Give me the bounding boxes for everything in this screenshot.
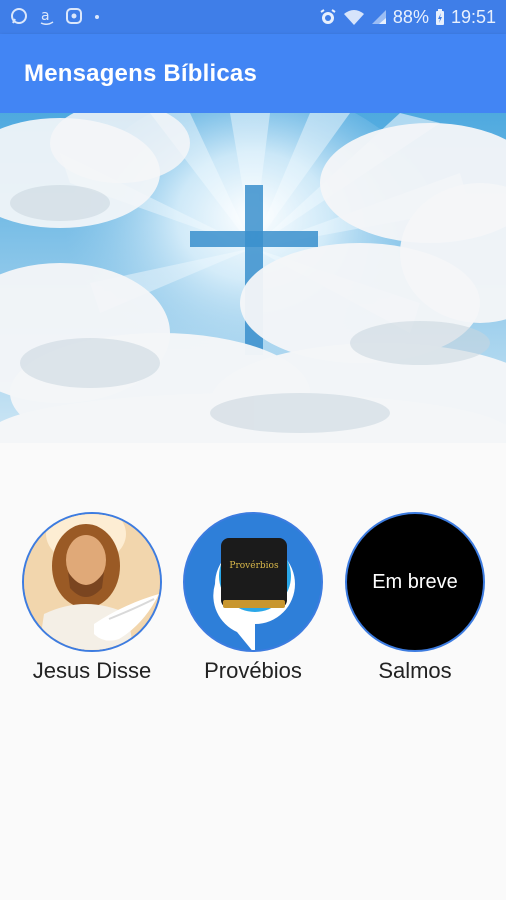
- wifi-icon: [343, 8, 365, 26]
- menu-item-salmos[interactable]: Em breve Salmos: [335, 512, 495, 684]
- amazon-icon: a: [40, 7, 54, 28]
- coming-soon-text: Em breve: [372, 570, 458, 593]
- app-bar: Mensagens Bíblicas: [0, 34, 506, 113]
- alarm-icon: [319, 8, 337, 26]
- category-menu: Jesus Disse Provérbios Provébios Em brev…: [0, 512, 506, 692]
- page-title: Mensagens Bíblicas: [24, 59, 258, 87]
- cross-in-clouds-illustration: [0, 113, 506, 443]
- menu-item-label: Salmos: [378, 658, 452, 683]
- status-bar: a 88% 19:51: [0, 0, 506, 34]
- menu-item-jesus-disse[interactable]: Jesus Disse: [12, 512, 172, 684]
- book-title-text: Provérbios: [229, 560, 279, 571]
- coming-soon-image[interactable]: Em breve: [345, 512, 485, 652]
- clock: 19:51: [450, 6, 496, 27]
- shield-icon: [66, 7, 82, 28]
- jesus-portrait-icon: [24, 514, 160, 650]
- battery-percent: 88%: [392, 6, 429, 27]
- svg-text:a: a: [41, 8, 50, 24]
- menu-item-label: Jesus Disse: [32, 658, 152, 683]
- bible-book-icon: Provérbios: [185, 514, 321, 650]
- bible-book-image[interactable]: Provérbios: [183, 512, 323, 652]
- menu-item-proverbios[interactable]: Provérbios Provébios: [173, 512, 333, 684]
- jesus-portrait-image[interactable]: [22, 512, 162, 652]
- hero-image: [0, 113, 506, 443]
- system-status: 88% 19:51: [319, 7, 496, 28]
- signal-icon: [371, 8, 387, 26]
- notification-icons: a: [10, 7, 100, 28]
- battery-icon: [435, 8, 445, 26]
- menu-item-label: Provébios: [204, 658, 302, 683]
- whatsapp-icon: [10, 7, 28, 28]
- dot-icon: [94, 7, 100, 28]
